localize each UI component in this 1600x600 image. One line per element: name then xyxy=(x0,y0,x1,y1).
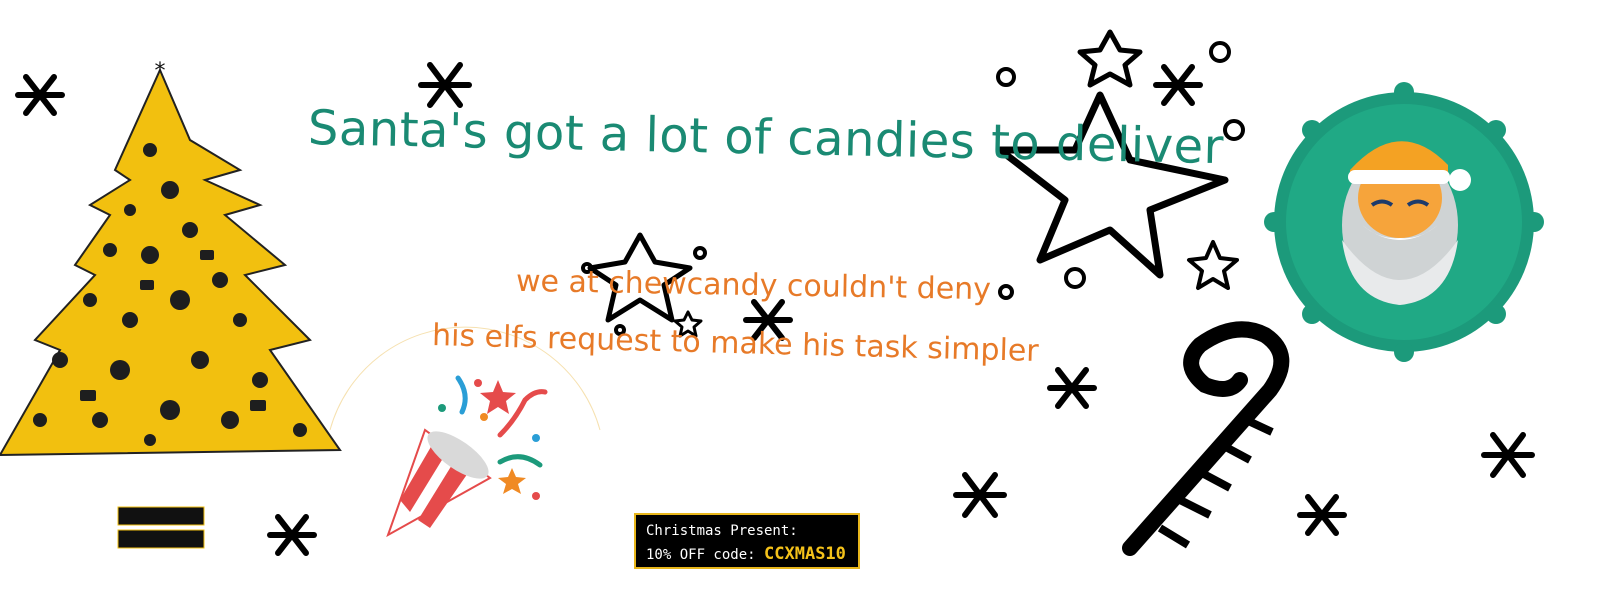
promo-offer-prefix: 10% OFF code: xyxy=(646,547,756,563)
promo-code: CCXMAS10 xyxy=(764,544,846,564)
promo-label: Christmas Present: xyxy=(646,523,798,539)
promo-offer-line: 10% OFF code: CCXMAS10 xyxy=(646,543,848,567)
promo-box: Christmas Present: 10% OFF code: CCXMAS1… xyxy=(634,513,860,569)
christmas-banner: * Santa's got a lot of candies to delive… xyxy=(0,0,1600,600)
